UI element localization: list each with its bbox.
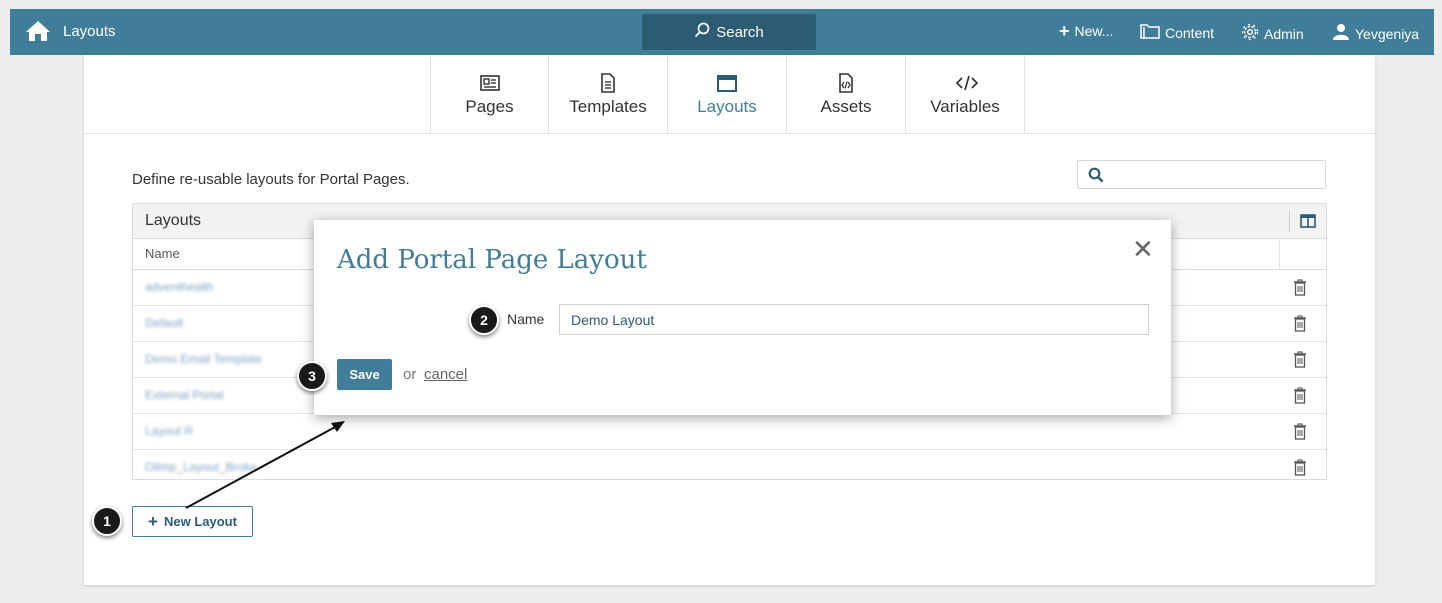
close-icon[interactable]: ✕ <box>1132 236 1154 262</box>
add-layout-dialog: Add Portal Page Layout ✕ Name Save or ca… <box>314 220 1171 415</box>
callout-badge-1: 1 <box>92 506 122 536</box>
callout-badge-3: 3 <box>297 361 327 391</box>
or-text: or <box>403 366 417 383</box>
name-field[interactable] <box>559 304 1149 335</box>
save-button[interactable]: Save <box>337 359 392 390</box>
dialog-title: Add Portal Page Layout <box>337 245 647 275</box>
cancel-link[interactable]: cancel <box>424 366 467 383</box>
callout-badge-2: 2 <box>469 305 499 335</box>
name-field-label: Name <box>507 311 545 327</box>
